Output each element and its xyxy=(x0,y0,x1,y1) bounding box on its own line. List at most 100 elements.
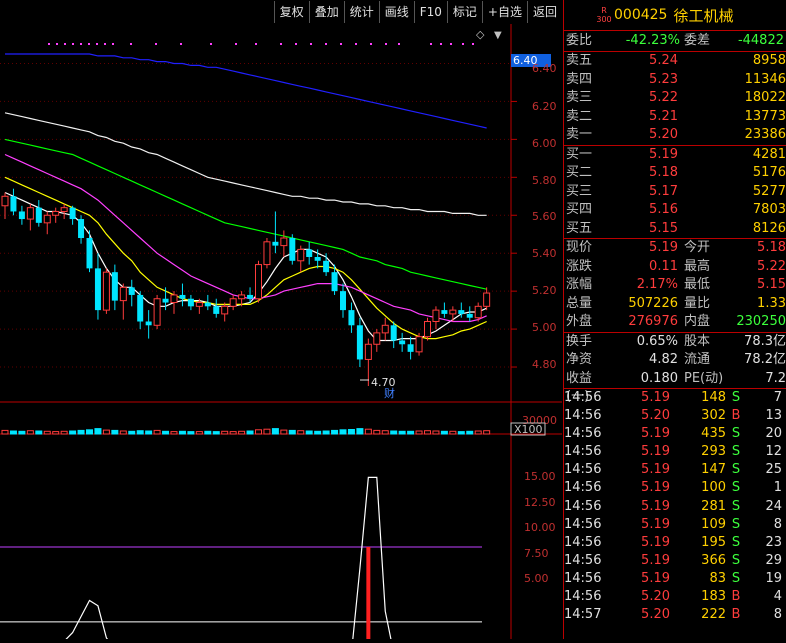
volume-bar xyxy=(432,430,440,435)
kline-chart[interactable]: 6.40 6.40 6.20 6.00 5.80 5.60 5.40 5.20 … xyxy=(0,24,562,643)
tick-price: 5.20 xyxy=(641,408,670,424)
tick-row[interactable]: 14:56 5.19 435 S 20 xyxy=(564,425,786,443)
volume-bar xyxy=(238,430,246,435)
toolbar-back-button[interactable]: 返回 xyxy=(526,1,562,23)
candle-body xyxy=(102,271,110,311)
ask-row[interactable]: 卖一 5.20 23386 xyxy=(564,126,786,145)
tick-row[interactable]: 14:56 5.19 366 S 29 xyxy=(564,552,786,570)
stat-value: 78.3亿 xyxy=(744,333,786,349)
stat-row: 换手 0.65% 股本 78.3亿 xyxy=(564,333,786,352)
tick-side: S xyxy=(731,552,741,568)
candle-body xyxy=(94,268,101,311)
candle-body xyxy=(483,292,491,307)
volume-bar xyxy=(102,429,110,435)
finance-marker[interactable]: 财 xyxy=(384,386,395,400)
toolbar-draw-button[interactable]: 画线 xyxy=(378,1,414,23)
price-tick: 5.60 xyxy=(532,210,557,223)
toolbar-overlay-button[interactable]: 叠加 xyxy=(308,1,344,23)
tick-row[interactable]: 14:56 5.19 109 S 8 xyxy=(564,516,786,534)
price-tick: 4.80 xyxy=(532,358,557,371)
stat-label: 流通 xyxy=(684,352,711,367)
tick-row[interactable]: 14:56 5.20 302 B 13 xyxy=(564,407,786,425)
stat-label: 今开 xyxy=(684,240,711,255)
toolbar-fuquan-button[interactable]: 复权 xyxy=(273,1,309,23)
candle-body xyxy=(415,336,423,353)
candle-body xyxy=(26,207,34,220)
bid-row[interactable]: 买二 5.18 5176 xyxy=(564,164,786,183)
volume-bar xyxy=(153,429,161,435)
bid-row[interactable]: 买四 5.16 7803 xyxy=(564,201,786,220)
book-volume: 7803 xyxy=(752,202,786,217)
price-tick: 5.40 xyxy=(532,247,557,260)
order-ratio-value: -42.23% xyxy=(625,33,680,48)
tick-row[interactable]: 14:56 5.19 147 S 25 xyxy=(564,461,786,479)
tick-price: 5.19 xyxy=(641,570,670,586)
indicator-tick: 10.00 xyxy=(524,521,556,534)
toolbar-f10-button[interactable]: F10 xyxy=(413,1,447,23)
stat-label: PE(动) xyxy=(684,370,724,386)
bid-row[interactable]: 买三 5.17 5277 xyxy=(564,183,786,202)
volume-bar xyxy=(94,428,102,435)
candle-body xyxy=(170,294,178,304)
event-dot xyxy=(130,43,132,45)
book-price: 5.19 xyxy=(649,146,678,162)
toolbar-stats-button[interactable]: 统计 xyxy=(343,1,379,23)
stat-row: 涨跌 0.11 最高 5.22 xyxy=(564,258,786,277)
event-dot xyxy=(48,43,50,45)
candle-body xyxy=(86,238,93,269)
tick-row[interactable]: 14:57 5.20 222 B 8 xyxy=(564,606,786,624)
volume-bar xyxy=(356,428,364,435)
volume-bar xyxy=(170,431,178,435)
chart-panel[interactable]: 6.40 6.40 6.20 6.00 5.80 5.60 5.40 5.20 … xyxy=(0,24,562,643)
volume-bar xyxy=(187,431,195,435)
ask-list: 卖五 5.24 8958 卖四 5.23 11346 卖三 5.22 18022 卖二 5.21 13… xyxy=(564,52,786,146)
tick-row[interactable]: 14:56 5.19 83 S 19 xyxy=(564,570,786,588)
book-price: 5.23 xyxy=(649,71,678,87)
volume-bar xyxy=(195,431,203,435)
event-dots xyxy=(48,43,474,45)
volume-bar xyxy=(246,430,254,435)
bid-row[interactable]: 买一 5.19 4281 xyxy=(564,146,786,165)
tick-volume: 100 xyxy=(701,480,726,496)
ask-row[interactable]: 卖二 5.21 13773 xyxy=(564,108,786,127)
volume-bar xyxy=(474,430,482,435)
volume-bar xyxy=(483,430,491,435)
candle-body xyxy=(297,248,305,262)
ask-row[interactable]: 卖五 5.24 8958 xyxy=(564,52,786,71)
tick-row[interactable]: 14:56 5.19 148 S 7 xyxy=(564,389,786,407)
toolbar-add-favorite-button[interactable]: +自选 xyxy=(481,1,527,23)
ask-row[interactable]: 卖三 5.22 18022 xyxy=(564,89,786,108)
tick-volume: 83 xyxy=(709,570,726,586)
volume-bar xyxy=(111,429,119,435)
stat-value: 230250 xyxy=(736,314,786,329)
stat-row: 外盘 276976 内盘 230250 xyxy=(564,313,786,332)
triangle-down-icon[interactable]: ▼ xyxy=(494,30,502,41)
toolbar-mark-button[interactable]: 标记 xyxy=(446,1,482,23)
tick-list[interactable]: 14:56 5.19 148 S 7 14:56 5.20 302 B 13 14:56 5.19 43… xyxy=(564,389,786,624)
price-tick: 5.00 xyxy=(532,321,557,334)
event-dot xyxy=(440,43,442,45)
book-price: 5.16 xyxy=(649,202,678,217)
tick-row[interactable]: 14:56 5.19 100 S 1 xyxy=(564,479,786,497)
tick-side: S xyxy=(731,426,741,442)
candle-body xyxy=(195,302,203,307)
volume-bar xyxy=(35,430,43,435)
tick-volume: 222 xyxy=(701,607,726,623)
ask-row[interactable]: 卖四 5.23 11346 xyxy=(564,71,786,90)
tick-row[interactable]: 14:56 5.19 293 S 12 xyxy=(564,443,786,461)
tick-price: 5.19 xyxy=(641,516,670,532)
volume-bar xyxy=(347,429,355,435)
candle-body xyxy=(280,237,288,247)
candle-body xyxy=(331,272,338,292)
bid-row[interactable]: 买五 5.15 8126 xyxy=(564,220,786,239)
tick-row[interactable]: 14:56 5.20 183 B 4 xyxy=(564,588,786,606)
stat-value: 5.22 xyxy=(757,258,786,274)
volume-bar xyxy=(204,430,212,435)
volume-bar xyxy=(440,430,448,435)
tick-count: 19 xyxy=(765,570,782,586)
price-tick: 6.00 xyxy=(532,137,557,150)
tick-row[interactable]: 14:56 5.19 281 S 24 xyxy=(564,498,786,516)
tick-count: 24 xyxy=(765,498,782,514)
tick-row[interactable]: 14:56 5.19 195 S 23 xyxy=(564,534,786,552)
event-dot xyxy=(310,43,312,45)
